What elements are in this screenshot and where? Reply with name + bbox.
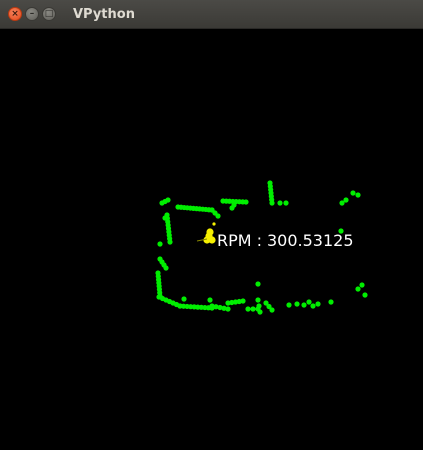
vpython-window: × – □ VPython RPM:300.53125 [0,0,423,450]
scan-point [277,200,283,206]
scan-point [350,190,356,196]
scan-point [250,306,256,312]
rpm-readout: RPM:300.53125 [217,232,354,250]
scan-point [165,197,171,203]
scan-point [315,301,321,307]
scan-point [301,302,307,308]
rpm-value: 300.53125 [266,231,354,250]
scan-point [162,215,168,221]
window-controls: × – □ [8,7,56,21]
scan-point [294,301,300,307]
scan-point [207,297,213,303]
maximize-icon[interactable]: □ [42,7,56,21]
sensor-marker-dot [206,228,214,236]
title-bar[interactable]: × – □ VPython [0,0,423,29]
scan-point [283,200,289,206]
scan-point [240,298,246,304]
sensor-marker-group [196,222,216,244]
scan-point [167,239,173,245]
scan-point [255,297,261,303]
close-icon[interactable]: × [8,7,22,21]
scan-point [355,286,361,292]
scan-point [181,296,187,302]
scan-point [286,302,292,308]
scan-point [269,200,275,206]
scan-point [310,303,316,309]
scan-point [225,306,231,312]
scan-point [256,303,262,309]
scan-point [215,213,221,219]
sensor-marker-dot [212,222,216,226]
scan-point [255,281,261,287]
window-title: VPython [73,7,135,22]
scan-point [269,307,275,313]
scan-point [229,205,235,211]
minimize-glyph: – [29,8,35,19]
lidar-scan-plot [155,180,368,315]
close-glyph: × [11,8,19,19]
scan-point [355,192,361,198]
rpm-separator: : [256,231,262,250]
scan-point [257,309,263,315]
scan-point [362,292,368,298]
scan-point [359,282,365,288]
scan-point [157,241,163,247]
minimize-icon[interactable]: – [25,7,39,21]
scan-point [328,299,334,305]
scan-point [306,299,312,305]
sensor-marker-dot [208,236,216,244]
vpython-scene-canvas[interactable]: RPM:300.53125 [0,29,423,450]
rpm-label-text: RPM [217,231,252,250]
scan-point [163,265,169,271]
maximize-glyph: □ [44,8,54,19]
scan-point [243,199,249,205]
scan-point [245,306,251,312]
scan-point [343,197,349,203]
